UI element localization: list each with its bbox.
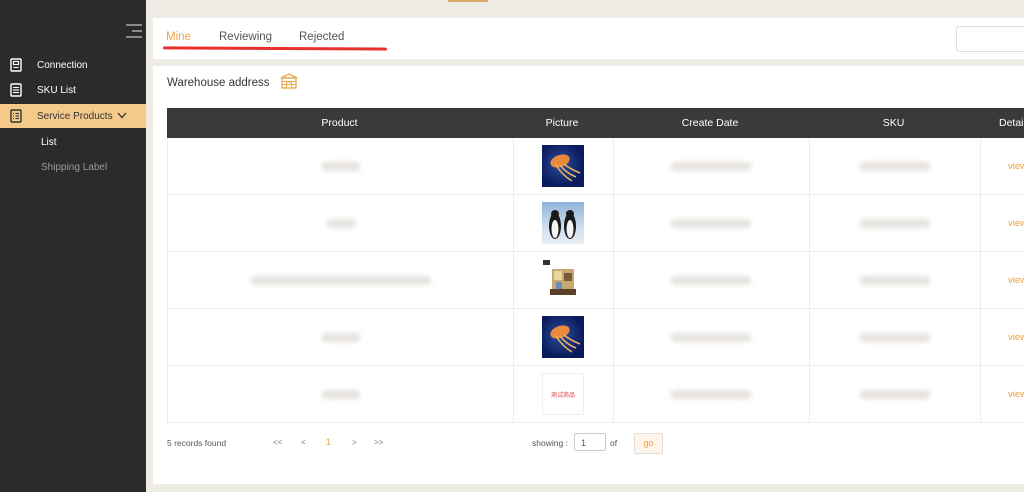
table-header: Product Picture Create Date SKU Detail xyxy=(167,108,1024,138)
picture-cell: 测试商品 xyxy=(513,366,614,422)
col-header-picture: Picture xyxy=(545,117,579,129)
warehouse-address[interactable]: Warehouse address xyxy=(167,73,298,92)
sidebar: Connection SKU List Service Products Lis… xyxy=(0,0,146,492)
product-cell xyxy=(168,309,514,365)
sku-cell xyxy=(809,138,981,194)
sidebar-item-sku-list[interactable]: SKU List xyxy=(0,78,146,102)
search-input[interactable] xyxy=(956,26,1024,52)
detail-cell: view xyxy=(980,366,1024,422)
thumbnail-text: 测试商品 xyxy=(550,391,575,399)
page-number-input[interactable]: 1 xyxy=(574,433,606,451)
sidebar-item-service-products[interactable]: Service Products xyxy=(0,104,146,128)
table-row: 测试商品 view xyxy=(167,366,1024,423)
product-cell xyxy=(168,366,514,422)
warehouse-label: Warehouse address xyxy=(167,76,270,89)
page-last-button[interactable]: >> xyxy=(374,438,383,447)
table-row: view xyxy=(167,309,1024,366)
product-thumbnail[interactable] xyxy=(542,145,584,187)
list-icon xyxy=(9,83,23,97)
view-link[interactable]: view xyxy=(1008,332,1024,343)
tab-mine[interactable]: Mine xyxy=(166,31,191,43)
picture-cell xyxy=(513,138,614,194)
page-prev-button[interactable]: < xyxy=(301,438,306,447)
page-next-button[interactable]: > xyxy=(352,438,357,447)
records-count: 5 records found xyxy=(167,438,227,448)
create-date-cell xyxy=(613,366,810,422)
product-cell xyxy=(168,252,514,308)
table-row: view xyxy=(167,252,1024,309)
sku-cell xyxy=(809,366,981,422)
sku-cell xyxy=(809,252,981,308)
product-cell xyxy=(168,138,514,194)
detail-cell: view xyxy=(980,252,1024,308)
col-header-product: Product xyxy=(321,117,358,129)
picture-cell xyxy=(513,309,614,365)
sku-cell xyxy=(809,309,981,365)
create-date-cell xyxy=(613,252,810,308)
product-thumbnail[interactable]: 测试商品 xyxy=(542,373,584,415)
of-label: of xyxy=(610,438,618,448)
tab-rejected[interactable]: Rejected xyxy=(299,31,344,43)
view-link[interactable]: view xyxy=(1008,389,1024,400)
view-link[interactable]: view xyxy=(1008,218,1024,229)
view-link[interactable]: view xyxy=(1008,275,1024,286)
menu-collapse-icon[interactable] xyxy=(126,24,142,38)
sku-cell xyxy=(809,195,981,251)
page-current[interactable]: 1 xyxy=(326,437,331,447)
go-button[interactable]: go xyxy=(634,433,663,454)
create-date-cell xyxy=(613,195,810,251)
product-thumbnail[interactable] xyxy=(542,202,584,244)
sidebar-subitem-list[interactable]: List xyxy=(41,137,57,148)
create-date-cell xyxy=(613,138,810,194)
product-thumbnail[interactable] xyxy=(542,316,584,358)
col-header-detail: Detail xyxy=(999,117,1024,129)
view-link[interactable]: view xyxy=(1008,161,1024,172)
product-thumbnail[interactable] xyxy=(542,259,584,301)
products-table: Product Picture Create Date SKU Detail v… xyxy=(167,108,1024,423)
checklist-icon xyxy=(9,109,23,123)
detail-cell: view xyxy=(980,138,1024,194)
picture-cell xyxy=(513,252,614,308)
warehouse-icon[interactable] xyxy=(280,73,298,92)
col-header-create-date: Create Date xyxy=(681,117,739,129)
sidebar-subitem-shipping-label[interactable]: Shipping Label xyxy=(41,162,107,173)
sidebar-item-label: Connection xyxy=(37,59,88,71)
table-row: view xyxy=(167,138,1024,195)
sidebar-item-connection[interactable]: Connection xyxy=(0,53,146,77)
tab-underline-annotation xyxy=(162,46,388,51)
table-row: view xyxy=(167,195,1024,252)
col-header-sku: SKU xyxy=(882,117,905,129)
detail-cell: view xyxy=(980,195,1024,251)
picture-cell xyxy=(513,195,614,251)
content-panel: Warehouse address Product Picture Create… xyxy=(153,66,1024,484)
product-cell xyxy=(168,195,514,251)
sidebar-item-label: Service Products xyxy=(37,110,113,122)
chevron-down-icon xyxy=(117,111,127,122)
showing-label: showing : xyxy=(532,438,568,448)
top-indicator xyxy=(448,0,488,2)
create-date-cell xyxy=(613,309,810,365)
page-first-button[interactable]: << xyxy=(273,438,282,447)
tabs-bar: Mine Reviewing Rejected xyxy=(153,18,1024,59)
detail-cell: view xyxy=(980,309,1024,365)
tab-reviewing[interactable]: Reviewing xyxy=(219,31,272,43)
sidebar-item-label: SKU List xyxy=(37,84,76,96)
document-icon xyxy=(9,58,23,72)
